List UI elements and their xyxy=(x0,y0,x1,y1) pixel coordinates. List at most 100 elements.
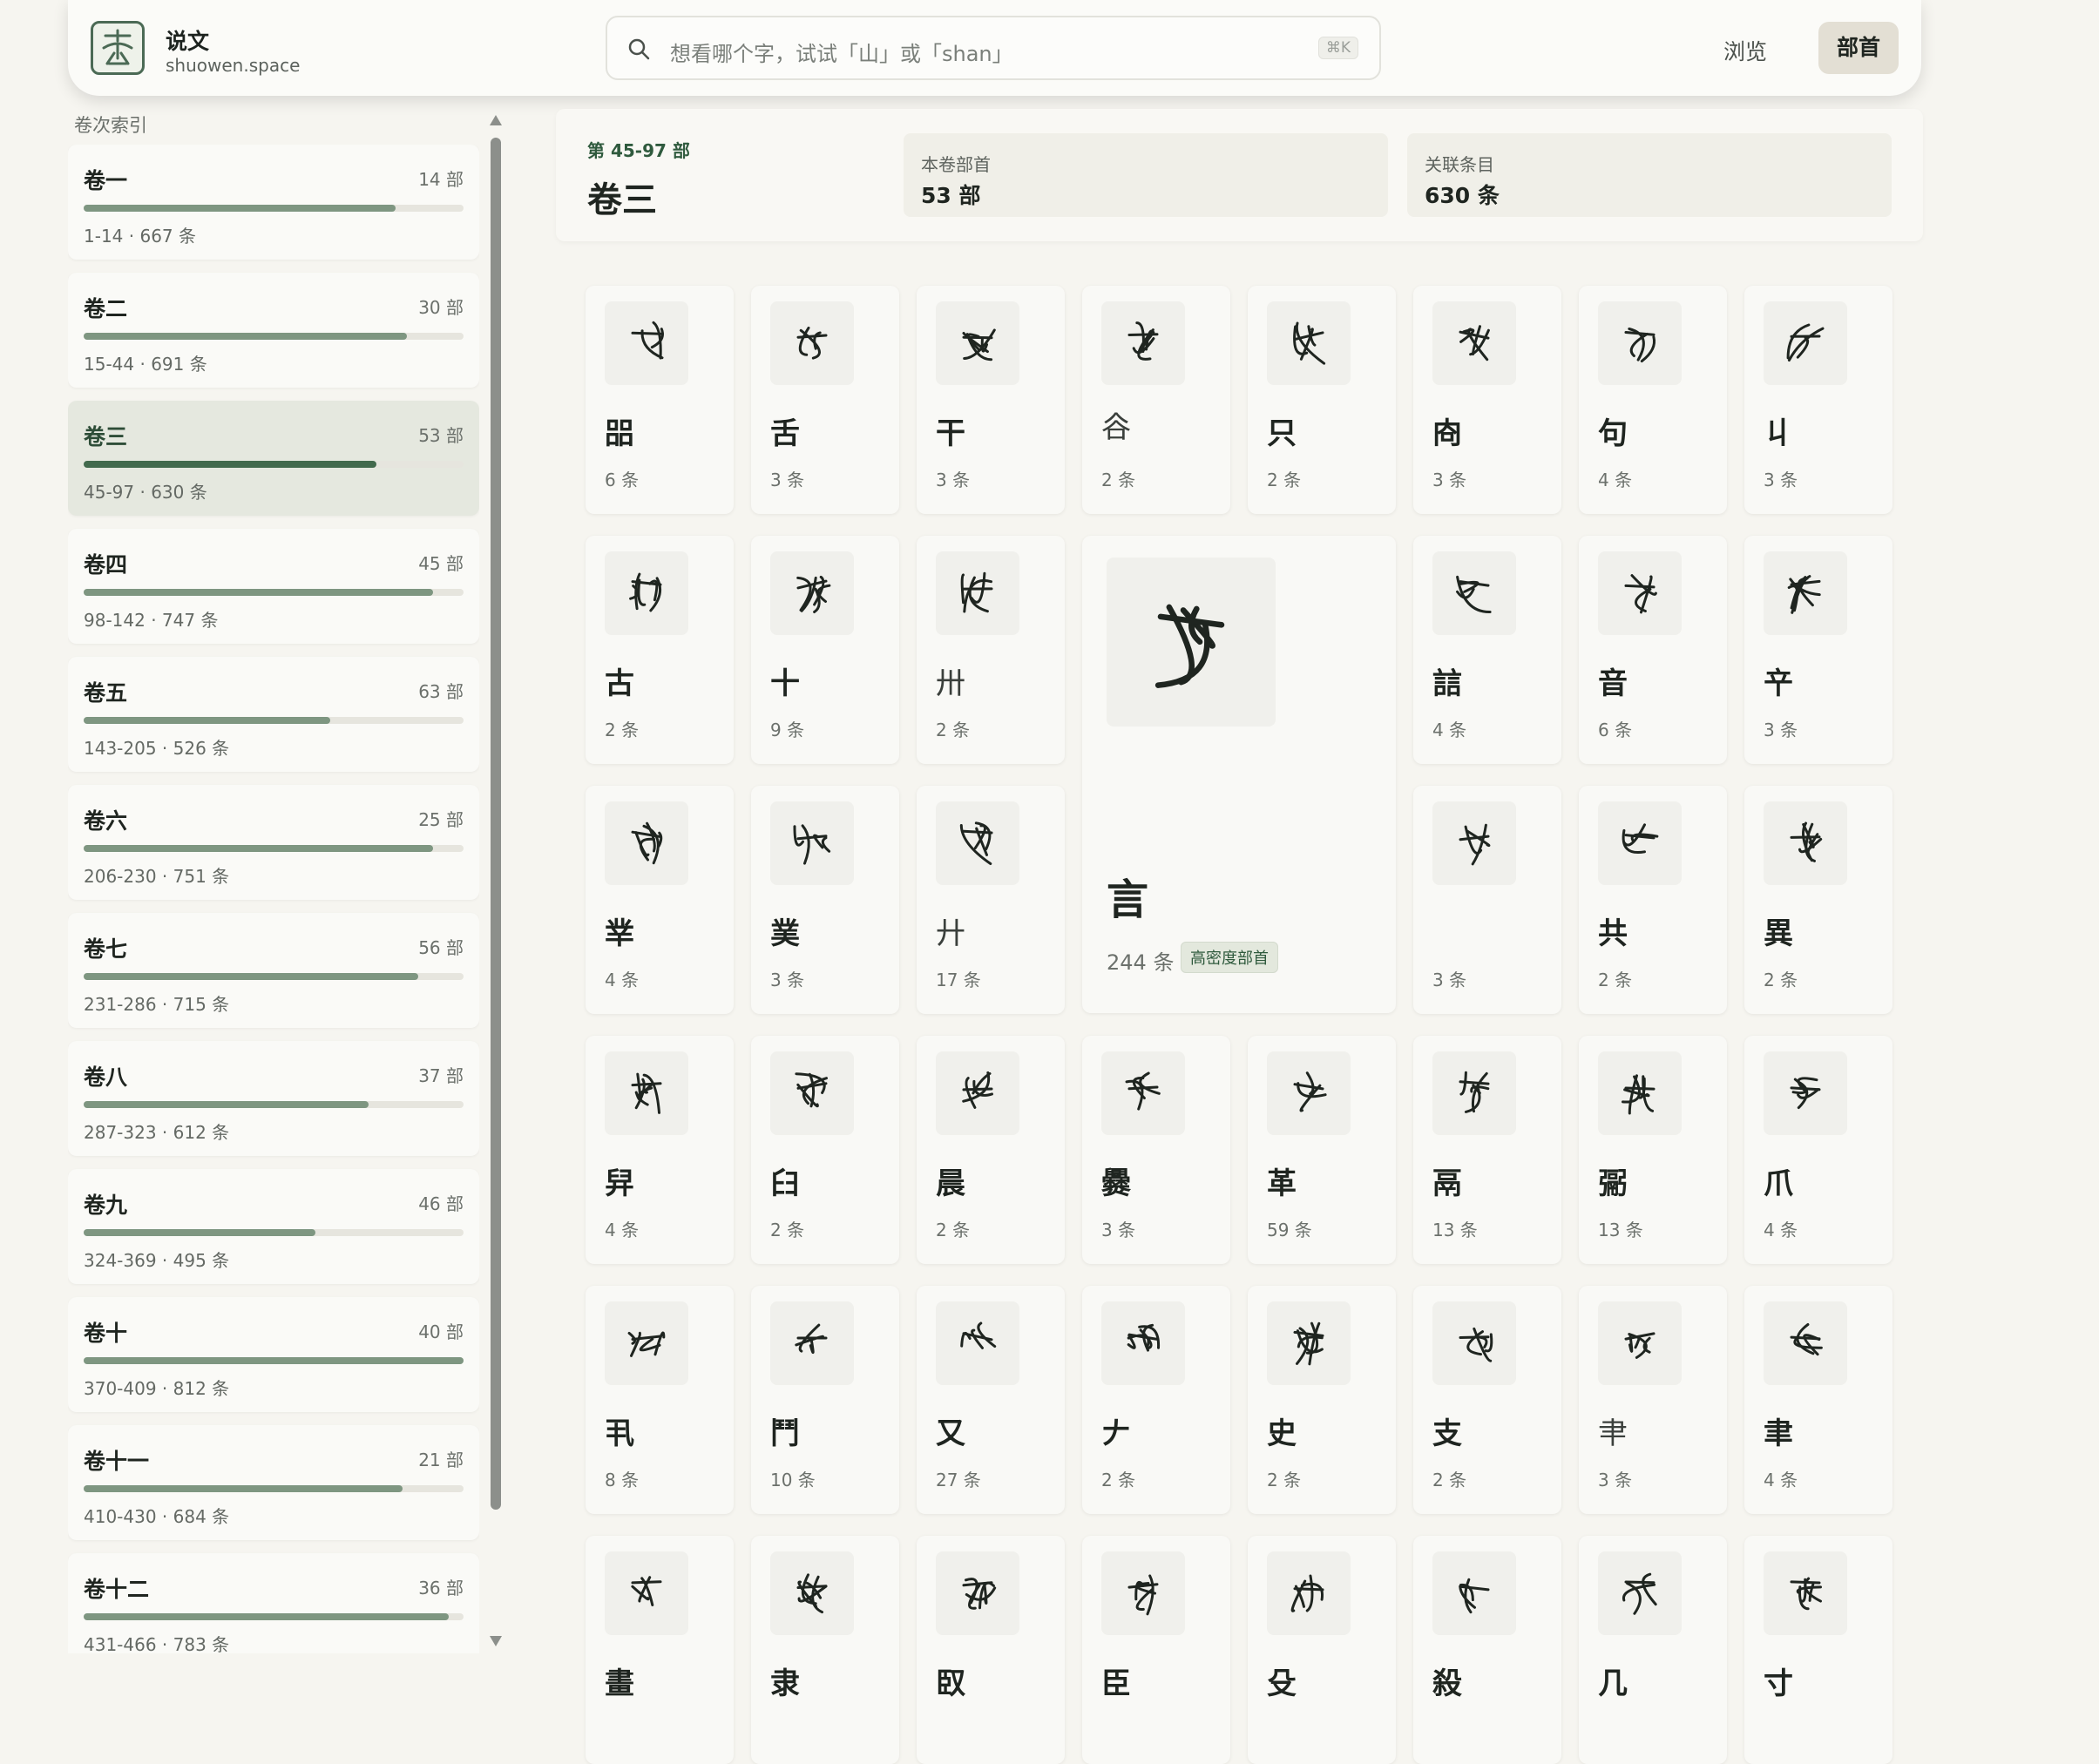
radical-count: 2 条 xyxy=(936,1216,970,1241)
seal-glyph-icon xyxy=(950,565,1005,621)
volume-item[interactable]: 卷三53 部45-97 · 630 条 xyxy=(68,401,479,516)
radical-card[interactable]: 句4 条 xyxy=(1579,286,1727,514)
radical-card[interactable]: 䰜13 条 xyxy=(1579,1036,1727,1264)
radical-card[interactable]: 䇂3 条 xyxy=(1744,536,1892,764)
scroll-down-arrow-icon[interactable] xyxy=(490,1636,502,1646)
radical-count: 3 条 xyxy=(936,466,970,491)
radical-card[interactable]: 爨3 条 xyxy=(1082,1036,1230,1264)
seal-glyph xyxy=(1101,1051,1185,1135)
radical-card[interactable]: 鬥10 条 xyxy=(751,1286,899,1514)
radical-char: 共 xyxy=(1598,909,1628,952)
site-logo[interactable] xyxy=(91,21,145,75)
radical-card[interactable]: 𧮫2 条 xyxy=(1082,286,1230,514)
volume-item[interactable]: 卷一14 部1-14 · 667 条 xyxy=(68,145,479,260)
seal-glyph xyxy=(770,801,854,885)
radical-card[interactable]: 卅2 条 xyxy=(917,536,1065,764)
radical-card[interactable]: 几 xyxy=(1579,1536,1727,1764)
volume-part-count: 63 部 xyxy=(418,678,464,703)
volume-item[interactable]: 卷十40 部370-409 · 812 条 xyxy=(68,1297,479,1412)
radical-card[interactable]: 異2 条 xyxy=(1744,786,1892,1014)
scroll-thumb[interactable] xyxy=(491,138,501,1510)
radical-count: 59 条 xyxy=(1267,1216,1312,1241)
sidebar-scrollbar[interactable] xyxy=(488,112,504,1653)
volume-item[interactable]: 卷七56 部231-286 · 715 条 xyxy=(68,913,479,1028)
radical-card[interactable]: 革59 条 xyxy=(1248,1036,1396,1264)
radical-card[interactable]: 古2 条 xyxy=(586,536,734,764)
radical-card[interactable]: 十 9 条 xyxy=(751,536,899,764)
radical-card[interactable]: 丵4 条 xyxy=(586,786,734,1014)
volume-progress-fill xyxy=(84,1101,369,1108)
seal-glyph-icon xyxy=(1115,1315,1171,1371)
radical-card[interactable]: 菐3 条 xyxy=(751,786,899,1014)
radical-card[interactable]: 隶 xyxy=(751,1536,899,1764)
radicals-button[interactable]: 部首 xyxy=(1818,22,1899,74)
volume-item[interactable]: 卷十一21 部410-430 · 684 条 xyxy=(68,1425,479,1540)
seal-glyph xyxy=(1267,1051,1351,1135)
volume-item[interactable]: 卷五63 部143-205 · 526 条 xyxy=(68,657,479,772)
seal-glyph xyxy=(1432,1301,1516,1385)
radical-card[interactable]: 殳 xyxy=(1248,1536,1396,1764)
volume-part-count: 40 部 xyxy=(418,1318,464,1343)
seal-glyph-icon xyxy=(1115,1565,1171,1621)
scroll-up-arrow-icon[interactable] xyxy=(490,115,502,125)
part-range: 第 45-97 部 xyxy=(587,137,690,162)
radical-card[interactable]: 干3 条 xyxy=(917,286,1065,514)
volume-name: 卷二 xyxy=(84,292,127,323)
radical-card[interactable]: 支2 条 xyxy=(1413,1286,1561,1514)
volume-item[interactable]: 卷八37 部287-323 · 612 条 xyxy=(68,1041,479,1156)
radical-card[interactable]: 又27 条 xyxy=(917,1286,1065,1514)
radical-card[interactable]: 舁4 条 xyxy=(586,1036,734,1264)
radical-card[interactable]: 聿4 条 xyxy=(1744,1286,1892,1514)
radical-card[interactable]: 寸 xyxy=(1744,1536,1892,1764)
radical-char: 舌 xyxy=(770,409,800,452)
radical-char: 丵 xyxy=(605,909,634,952)
volume-item[interactable]: 卷九46 部324-369 · 495 条 xyxy=(68,1169,479,1284)
radical-card[interactable]: 丩3 条 xyxy=(1744,286,1892,514)
radical-card[interactable]: 言244 条高密度部首 xyxy=(1082,536,1396,1013)
seal-glyph-icon xyxy=(1130,581,1252,703)
radical-card[interactable]: 舌3 条 xyxy=(751,286,899,514)
volume-progress-track xyxy=(84,461,464,468)
seal-glyph xyxy=(1101,301,1185,385)
seal-glyph xyxy=(1432,1051,1516,1135)
radical-card[interactable]: 𠔏3 条 xyxy=(1413,786,1561,1014)
radical-card[interactable]: 𦥑2 条 xyxy=(751,1036,899,1264)
volume-range: 206-230 · 751 条 xyxy=(84,862,229,888)
radical-card[interactable]: 畫 xyxy=(586,1536,734,1764)
seal-glyph xyxy=(1107,558,1276,727)
radical-card[interactable]: 廾17 条 xyxy=(917,786,1065,1014)
radical-card[interactable]: 㕯3 条 xyxy=(1413,286,1561,514)
radical-card[interactable]: 只2 条 xyxy=(1248,286,1396,514)
stat-label: 关联条目 xyxy=(1425,151,1494,176)
radical-card[interactable]: 爪4 条 xyxy=(1744,1036,1892,1264)
radical-char: 十 xyxy=(770,659,800,702)
volume-item[interactable]: 卷二30 部15-44 · 691 条 xyxy=(68,273,479,388)
radical-card[interactable]: 𦘒3 条 xyxy=(1579,1286,1727,1514)
radical-card[interactable]: 臣 xyxy=(1082,1536,1230,1764)
radical-card[interactable]: 鬲13 条 xyxy=(1413,1036,1561,1264)
radical-count: 2 条 xyxy=(1267,466,1301,491)
radical-card[interactable]: 㗊6 条 xyxy=(586,286,734,514)
radical-card[interactable]: 史2 条 xyxy=(1248,1286,1396,1514)
radical-card[interactable]: 臤 xyxy=(917,1536,1065,1764)
volume-item[interactable]: 卷六25 部206-230 · 751 条 xyxy=(68,785,479,900)
radical-card[interactable]: 丮8 条 xyxy=(586,1286,734,1514)
radical-count: 9 条 xyxy=(770,716,804,741)
volume-item[interactable]: 卷十二36 部431-466 · 783 条 xyxy=(68,1553,479,1653)
radical-card[interactable]: 共2 条 xyxy=(1579,786,1727,1014)
search-box[interactable]: 想看哪个字，试试「山」或「shan」 ⌘K xyxy=(606,16,1381,80)
volume-item[interactable]: 卷四45 部98-142 · 747 条 xyxy=(68,529,479,644)
seal-glyph xyxy=(770,1051,854,1135)
seal-glyph xyxy=(936,551,1019,635)
radical-card[interactable]: 誩4 条 xyxy=(1413,536,1561,764)
radical-card[interactable]: 音6 条 xyxy=(1579,536,1727,764)
volume-name: 卷九 xyxy=(84,1188,127,1220)
radical-card[interactable]: 殺 xyxy=(1413,1536,1561,1764)
browse-menu[interactable]: 浏览 xyxy=(1723,35,1767,66)
search-input[interactable]: 想看哪个字，试试「山」或「shan」 xyxy=(670,37,1013,67)
radical-char: 廾 xyxy=(936,909,965,952)
brand-name[interactable]: 说文 xyxy=(166,24,209,56)
radical-card[interactable]: 𠂇2 条 xyxy=(1082,1286,1230,1514)
radical-card[interactable]: 晨2 条 xyxy=(917,1036,1065,1264)
seal-glyph-icon xyxy=(1446,1315,1502,1371)
